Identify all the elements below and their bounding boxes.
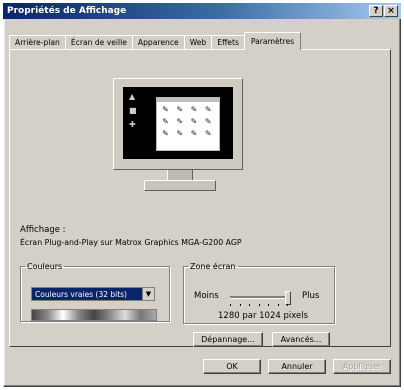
preview-window: ✎ ✎ ✎ ✎ ✎ ✎ ✎ ✎ ✎ ✎ ✎ ✎ bbox=[156, 97, 220, 151]
help-button[interactable]: ? bbox=[369, 5, 383, 17]
monitor-stand bbox=[167, 170, 193, 180]
preview-file-icon: ✎ bbox=[190, 105, 198, 114]
screen-area-group: Zone écran Moins Plus 1280 par 1024 pixe… bbox=[183, 262, 335, 324]
colors-legend: Couleurs bbox=[27, 262, 63, 271]
screen-area-legend: Zone écran bbox=[190, 262, 236, 271]
desktop-network-icon: ✚ bbox=[129, 120, 136, 129]
preview-file-icon: ✎ bbox=[162, 105, 169, 114]
slider-tick bbox=[287, 304, 288, 306]
troubleshoot-button[interactable]: Dépannage... bbox=[193, 332, 263, 347]
preview-file-icon: ✎ bbox=[204, 117, 212, 126]
tab-appearance[interactable]: Apparence bbox=[131, 35, 185, 50]
preview-icon-grid: ✎ ✎ ✎ ✎ ✎ ✎ ✎ ✎ ✎ ✎ ✎ ✎ bbox=[157, 102, 219, 141]
preview-file-icon: ✎ bbox=[176, 129, 184, 138]
advanced-button[interactable]: Avancés... bbox=[272, 332, 330, 347]
resolution-slider-track[interactable] bbox=[230, 296, 288, 299]
settings-panel: ▲ ■ ✚ ✎ ✎ ✎ ✎ ✎ ✎ ✎ ✎ ✎ ✎ ✎ ✎ Affichage … bbox=[9, 49, 391, 347]
preview-file-icon: ✎ bbox=[162, 129, 169, 138]
slider-tick bbox=[277, 304, 279, 306]
colors-group: Couleurs Couleurs vraies (32 bits) ▼ bbox=[20, 262, 170, 322]
title-bar: Propriétés de Affichage ? × bbox=[3, 3, 401, 19]
tab-effects[interactable]: Effets bbox=[211, 35, 245, 50]
chevron-down-icon[interactable]: ▼ bbox=[142, 288, 154, 300]
preview-file-icon: ✎ bbox=[190, 129, 198, 138]
monitor-preview: ▲ ■ ✚ ✎ ✎ ✎ ✎ ✎ ✎ ✎ ✎ ✎ ✎ ✎ ✎ bbox=[113, 78, 243, 170]
tab-background[interactable]: Arrière-plan bbox=[9, 35, 66, 50]
display-label: Affichage : bbox=[20, 225, 66, 235]
color-spectrum-bar bbox=[31, 309, 157, 321]
display-device-name: Écran Plug-and-Play sur Matrox Graphics … bbox=[20, 238, 242, 247]
desktop-computer-icon: ▲ bbox=[129, 92, 136, 101]
preview-file-icon: ✎ bbox=[204, 105, 212, 114]
preview-file-icon: ✎ bbox=[204, 129, 212, 138]
close-button[interactable]: × bbox=[384, 5, 398, 17]
slider-tick bbox=[249, 304, 250, 306]
colors-dropdown-value: Couleurs vraies (32 bits) bbox=[35, 290, 127, 299]
tab-strip: Arrière-plan Écran de veille Apparence W… bbox=[9, 32, 302, 50]
resolution-value: 1280 par 1024 pixels bbox=[218, 311, 309, 321]
preview-file-icon: ✎ bbox=[190, 117, 198, 126]
ok-button[interactable]: OK bbox=[203, 359, 261, 374]
cancel-button[interactable]: Annuler bbox=[268, 359, 326, 374]
window-title: Propriétés de Affichage bbox=[7, 6, 127, 16]
slider-tick bbox=[230, 304, 231, 306]
slider-tick bbox=[268, 304, 269, 306]
slider-tick bbox=[239, 304, 241, 306]
resolution-slider-thumb[interactable] bbox=[285, 291, 291, 305]
tab-settings[interactable]: Paramètres bbox=[243, 32, 302, 50]
monitor-screen: ▲ ■ ✚ ✎ ✎ ✎ ✎ ✎ ✎ ✎ ✎ ✎ ✎ ✎ ✎ bbox=[123, 87, 233, 159]
tab-screensaver[interactable]: Écran de veille bbox=[64, 35, 133, 50]
monitor-base bbox=[144, 180, 216, 191]
apply-button[interactable]: Appliquer bbox=[333, 359, 391, 374]
preview-file-icon: ✎ bbox=[162, 117, 169, 126]
slider-tick bbox=[258, 304, 260, 306]
preview-file-icon: ✎ bbox=[176, 117, 184, 126]
tab-web[interactable]: Web bbox=[183, 35, 213, 50]
colors-dropdown[interactable]: Couleurs vraies (32 bits) ▼ bbox=[31, 287, 155, 301]
desktop-folder-icon: ■ bbox=[129, 106, 137, 115]
slider-ticks bbox=[230, 304, 288, 306]
slider-max-label: Plus bbox=[302, 291, 320, 301]
preview-file-icon: ✎ bbox=[176, 105, 184, 114]
slider-min-label: Moins bbox=[194, 291, 219, 301]
